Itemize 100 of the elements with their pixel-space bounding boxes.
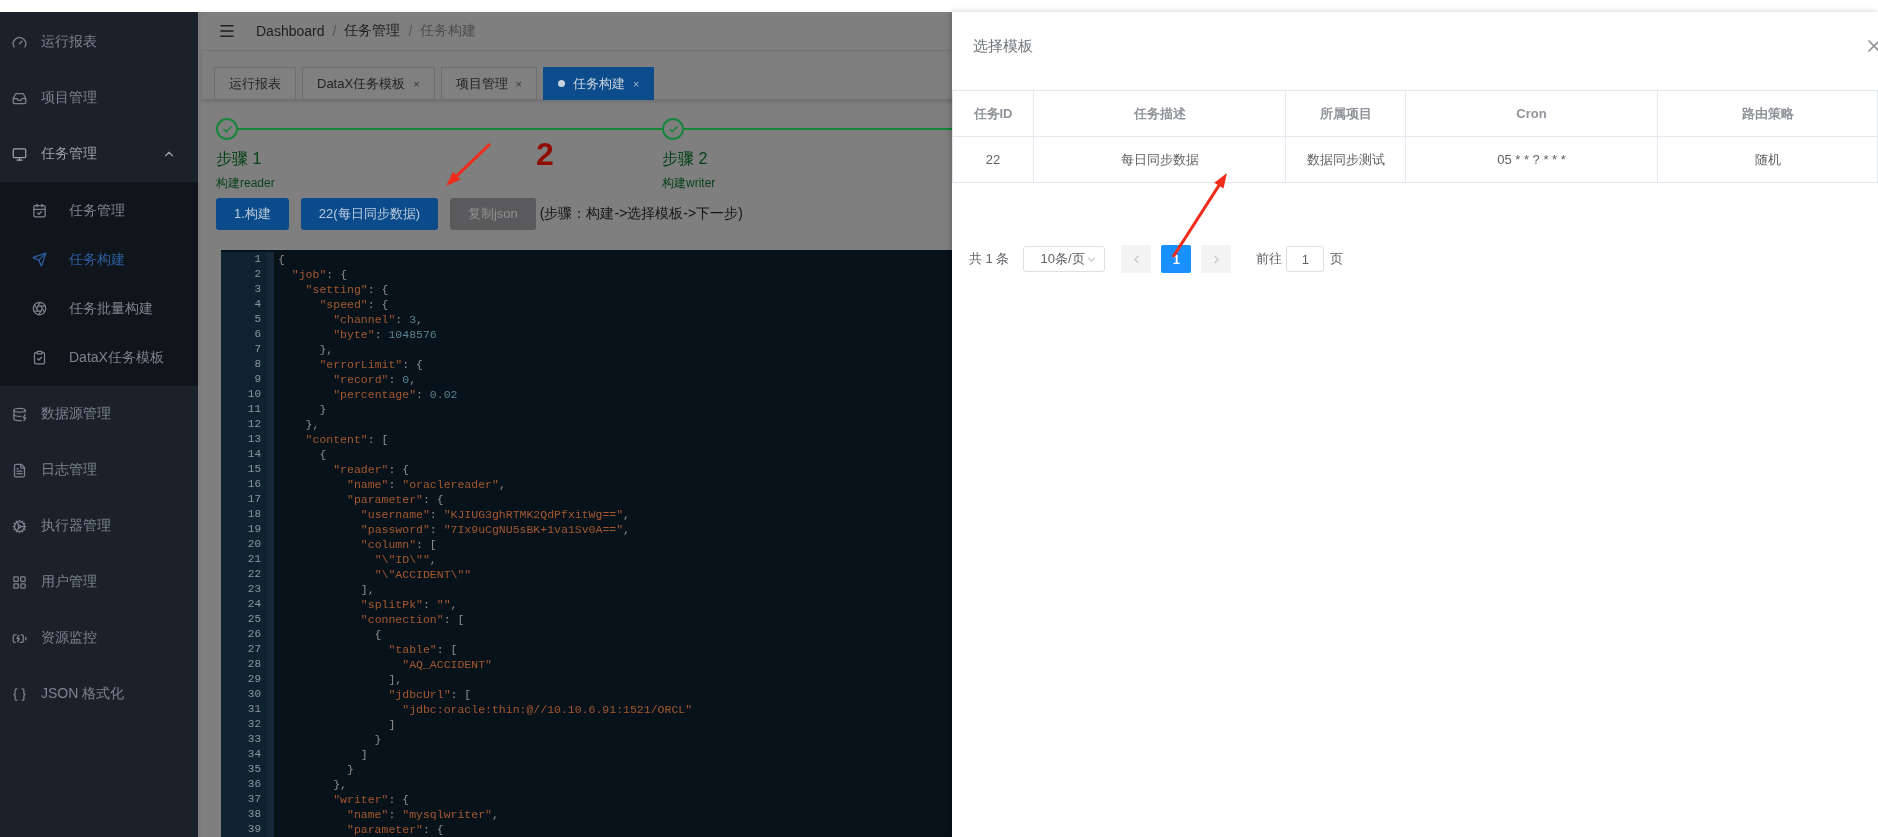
line-number: 27 — [246, 642, 261, 657]
annotation-number: 2 — [536, 136, 554, 173]
line-number: 1 — [253, 252, 261, 267]
annotation-arrow — [446, 142, 492, 186]
table-cell: 随机 — [1657, 136, 1878, 183]
menu-icon — [12, 462, 27, 478]
line-number: 12 — [246, 417, 261, 432]
menu-item[interactable]: 项目管理 — [0, 70, 198, 126]
code-line: "writer": { — [332, 792, 410, 807]
code-line: "jdbc:oracle:thin:@//10.10.6.91:1521/ORCL" — [401, 702, 693, 717]
active-dot-icon — [558, 80, 565, 87]
menu-icon — [32, 301, 47, 316]
line-number: 30 — [246, 687, 261, 702]
menu-item[interactable]: 日志管理 — [0, 442, 198, 498]
page-tab[interactable]: 运行报表 — [214, 67, 296, 100]
table-cell: 05 * * ? * * * — [1405, 136, 1658, 183]
breadcrumb-item[interactable]: 任务管理 — [344, 22, 401, 40]
line-number: 7 — [253, 342, 261, 357]
page-tab[interactable]: DataX任务模板 × — [302, 67, 435, 100]
column-header: 所属项目 — [1285, 90, 1406, 137]
table-cell: 数据同步测试 — [1285, 136, 1406, 183]
line-number: 22 — [246, 567, 261, 582]
menu-icon — [32, 350, 47, 365]
menu-icon — [12, 518, 27, 534]
line-number: 35 — [246, 762, 261, 777]
line-number: 13 — [246, 432, 261, 447]
menu-icon[interactable] — [218, 22, 236, 40]
code-line: "speed": { — [318, 297, 389, 312]
line-number: 32 — [246, 717, 261, 732]
menu-item[interactable]: JSON 格式化 — [0, 666, 198, 722]
line-number: 21 — [246, 552, 261, 567]
line-number: 19 — [246, 522, 261, 537]
line-number: 18 — [246, 507, 261, 522]
page-button[interactable]: 1 — [1161, 245, 1192, 273]
line-number: 38 — [246, 807, 261, 822]
line-number: 31 — [246, 702, 261, 717]
step-title: 步骤 2 — [662, 149, 708, 169]
column-header: 路由策略 — [1657, 90, 1878, 137]
code-line: ] — [387, 717, 396, 732]
line-number: 5 — [253, 312, 261, 327]
line-number: 34 — [246, 747, 261, 762]
menu-item[interactable]: 资源监控 — [0, 610, 198, 666]
line-number: 17 — [246, 492, 261, 507]
code-line: "content": [ — [304, 432, 389, 447]
total-count: 共 1 条 — [969, 250, 1010, 268]
line-number: 14 — [246, 447, 261, 462]
code-line: "username": "KJIUG3ghRTMK2QdPfxitWg==", — [359, 507, 630, 522]
submenu-item[interactable]: 任务批量构建 — [0, 284, 198, 333]
code-line: "parameter": { — [346, 492, 444, 507]
code-line: }, — [318, 342, 334, 357]
code-line: "job": { — [290, 267, 348, 282]
code-line: "\"ID\"", — [373, 552, 437, 567]
code-line: "name": "mysqlwriter", — [346, 807, 499, 822]
page-tab[interactable]: 任务构建 × — [543, 67, 655, 100]
breadcrumb-separator: / — [332, 23, 337, 39]
code-line: "setting": { — [304, 282, 389, 297]
line-number: 37 — [246, 792, 261, 807]
code-line: } — [318, 402, 327, 417]
line-number: 33 — [246, 732, 261, 747]
line-number: 3 — [253, 282, 261, 297]
page-tab[interactable]: 项目管理 × — [440, 67, 537, 100]
menu-icon — [12, 406, 27, 422]
submenu-item[interactable]: 任务构建 — [0, 235, 198, 284]
column-header: Cron — [1405, 90, 1658, 137]
column-header: 任务ID — [952, 90, 1034, 137]
line-number: 28 — [246, 657, 261, 672]
page-size-select[interactable]: 10条/页 — [1023, 246, 1106, 272]
menu-icon — [12, 34, 27, 50]
line-number: 11 — [246, 402, 261, 417]
code-line: { — [318, 447, 327, 462]
line-number: 29 — [246, 672, 261, 687]
code-line: "splitPk": "", — [359, 597, 458, 612]
breadcrumb-separator: / — [408, 23, 413, 39]
menu-icon — [32, 203, 47, 218]
menu-item[interactable]: 数据源管理 — [0, 386, 198, 442]
code-line: } — [373, 732, 382, 747]
menu-item[interactable]: 任务管理 — [0, 126, 198, 182]
menu-item[interactable]: 执行器管理 — [0, 498, 198, 554]
menu-icon — [12, 686, 27, 702]
goto-label: 前往 — [1256, 250, 1283, 268]
code-line: "AQ_ACCIDENT" — [401, 657, 492, 672]
action-button[interactable]: 22(每日同步数据) — [300, 198, 438, 230]
code-line: ] — [359, 747, 368, 762]
menu-item[interactable]: 运行报表 — [0, 14, 198, 70]
code-line: ], — [359, 582, 375, 597]
menu-icon — [12, 574, 27, 590]
code-line: "percentage": 0.02 — [332, 387, 458, 402]
code-line: "byte": 1048576 — [332, 327, 437, 342]
line-number: 4 — [253, 297, 261, 312]
line-number: 39 — [246, 822, 261, 837]
action-button[interactable]: 1.构建 — [216, 198, 289, 230]
code-line: ], — [387, 672, 403, 687]
submenu-item[interactable]: DataX任务模板 — [0, 333, 198, 382]
page-number-field[interactable]: 1 — [1286, 246, 1325, 272]
code-line: } — [346, 762, 354, 777]
submenu-item[interactable]: 任务管理 — [0, 186, 198, 235]
menu-item[interactable]: 用户管理 — [0, 554, 198, 610]
drawer-title: 选择模板 — [973, 36, 1033, 56]
breadcrumb-item[interactable]: Dashboard — [256, 23, 325, 39]
line-number: 20 — [246, 537, 261, 552]
